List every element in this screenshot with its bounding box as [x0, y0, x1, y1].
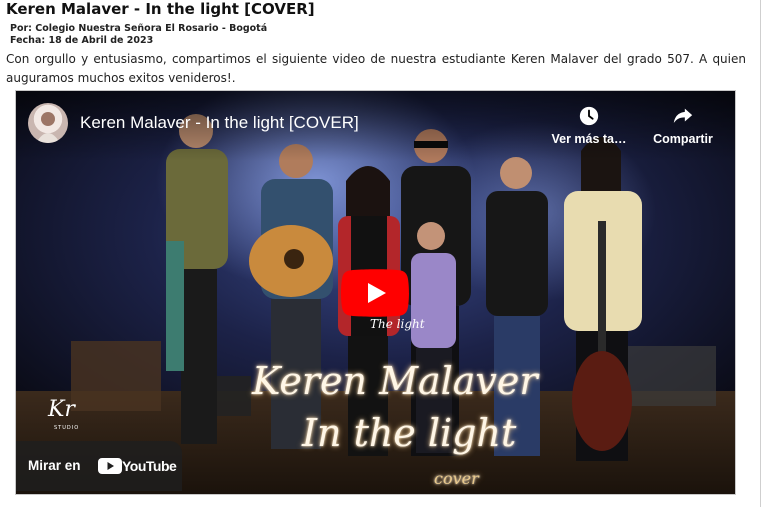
article-byline: Por: Colegio Nuestra Señora El Rosario -… — [10, 23, 268, 34]
play-button[interactable] — [341, 269, 409, 317]
share-button[interactable]: Compartir — [640, 105, 726, 146]
watch-on-youtube-button[interactable]: Mirar en YouTube — [16, 441, 182, 491]
play-button-icon — [341, 269, 409, 317]
channel-avatar[interactable] — [28, 103, 68, 143]
video-title-link[interactable]: Keren Malaver - In the light [COVER] — [80, 113, 359, 133]
article-title: Keren Malaver - In the light [COVER] — [6, 0, 315, 18]
share-label: Compartir — [653, 132, 713, 146]
youtube-wordmark: YouTube — [122, 458, 177, 474]
watch-later-label: Ver más ta… — [551, 132, 627, 146]
youtube-embed[interactable]: Keren Malaver - In the light [COVER] Ver… — [15, 90, 736, 495]
share-arrow-icon — [673, 108, 693, 123]
youtube-logo-icon — [98, 458, 122, 474]
clock-icon — [579, 106, 599, 126]
article-date: Fecha: 18 de Abril de 2023 — [10, 35, 154, 46]
watch-on-label: Mirar en — [28, 458, 81, 473]
watch-later-button[interactable]: Ver más ta… — [546, 105, 632, 146]
avatar-portrait-icon — [36, 112, 60, 143]
article-body: Con orgullo y entusiasmo, compartimos el… — [6, 52, 746, 85]
article-page: Keren Malaver - In the light [COVER] Por… — [0, 0, 761, 507]
